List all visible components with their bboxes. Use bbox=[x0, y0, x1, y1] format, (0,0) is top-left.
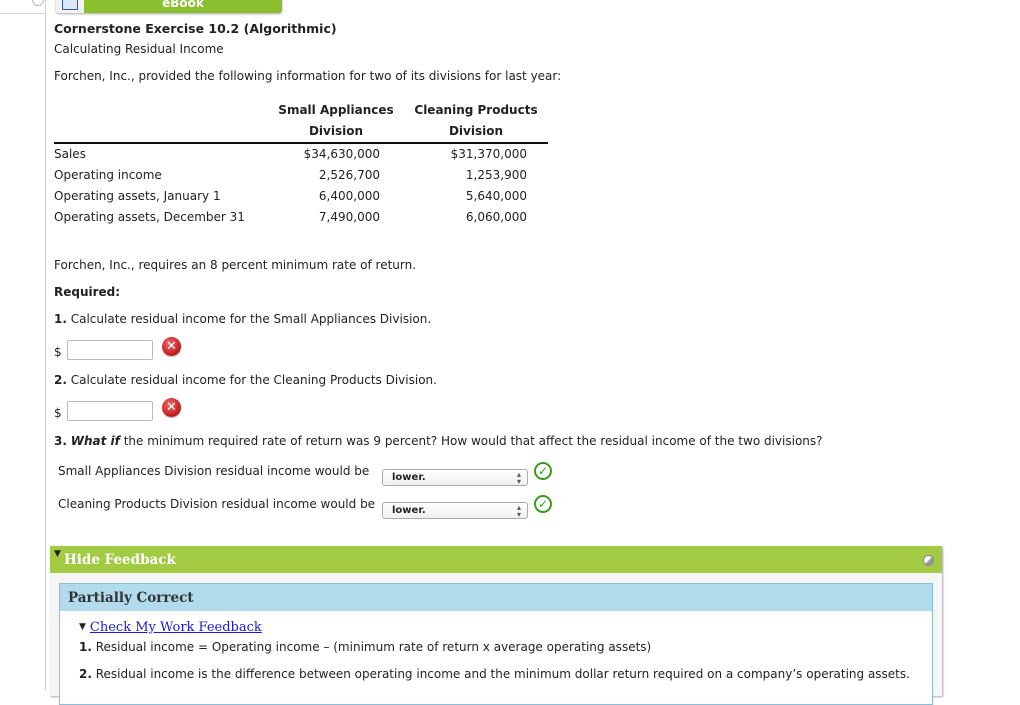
feedback-text: Residual income = Operating income – (mi… bbox=[91, 640, 652, 654]
what-if-emphasis: What if bbox=[70, 434, 120, 448]
small-appliances-value: 7,490,000 bbox=[318, 210, 380, 224]
header-small-appliances: Small Appliances bbox=[278, 103, 394, 117]
header-cleaning-products: Cleaning Products bbox=[414, 103, 538, 117]
check-my-work-feedback-link[interactable]: Check My Work Feedback bbox=[90, 620, 262, 635]
required-rate-text: Forchen, Inc., requires an 8 percent min… bbox=[54, 258, 417, 272]
question-number: 1. bbox=[54, 312, 67, 326]
panel-knob-icon[interactable] bbox=[923, 555, 934, 566]
feedback-number: 1. bbox=[79, 640, 92, 654]
row-label: Operating assets, January 1 bbox=[54, 189, 221, 203]
small-appliances-value: 2,526,700 bbox=[318, 168, 380, 182]
small-appliances-value: $34,630,000 bbox=[303, 147, 380, 161]
question-number: 2. bbox=[54, 373, 67, 387]
select-arrows-icon: ▴ ▾ bbox=[516, 503, 521, 519]
cleaning-products-value: 5,640,000 bbox=[465, 189, 527, 203]
hide-feedback-label: Hide Feedback bbox=[64, 552, 176, 568]
left-divider bbox=[45, 0, 46, 690]
table-row: Operating income 2,526,700 1,253,900 bbox=[54, 165, 548, 186]
question-text: Calculate residual income for the Cleani… bbox=[66, 373, 437, 387]
row-label: Sales bbox=[54, 147, 86, 161]
exercise-subtitle: Calculating Residual Income bbox=[54, 42, 224, 56]
feedback-line: 1. Residual income = Operating income – … bbox=[79, 640, 651, 654]
q2-answer-input[interactable] bbox=[67, 401, 153, 421]
cleaning-products-ri-select[interactable]: lower. ▴ ▾ bbox=[382, 502, 528, 519]
feedback-text: Residual income is the difference betwee… bbox=[91, 667, 910, 681]
collapse-triangle-icon: ▼ bbox=[54, 549, 61, 559]
currency-symbol: $ bbox=[54, 406, 62, 420]
question-3: 3. What if the minimum required rate of … bbox=[54, 434, 823, 448]
cleaning-products-value: $31,370,000 bbox=[450, 147, 527, 161]
table-row: Operating assets, December 31 7,490,000 … bbox=[54, 207, 548, 228]
feedback-status: Partially Correct bbox=[68, 590, 194, 606]
incorrect-icon: ✕ bbox=[162, 398, 181, 417]
exercise-intro: Forchen, Inc., provided the following in… bbox=[54, 69, 562, 83]
row-label: Operating income bbox=[54, 168, 162, 182]
book-icon bbox=[56, 0, 84, 13]
radio-indicator[interactable] bbox=[32, 0, 44, 6]
question-2: 2. Calculate residual income for the Cle… bbox=[54, 373, 437, 387]
correct-check-icon: ✓ bbox=[534, 462, 552, 480]
ebook-label: eBook bbox=[84, 0, 282, 13]
exercise-title: Cornerstone Exercise 10.2 (Algorithmic) bbox=[54, 21, 337, 36]
table-row: Operating assets, January 1 6,400,000 5,… bbox=[54, 186, 548, 207]
incorrect-icon: ✕ bbox=[162, 337, 181, 356]
small-appliances-value: 6,400,000 bbox=[318, 189, 380, 203]
row-label: Operating assets, December 31 bbox=[54, 210, 245, 224]
feedback-panel: ▼ Hide Feedback Partially Correct ▼ Check… bbox=[50, 546, 942, 705]
header-small-appliances-division: Division bbox=[268, 121, 404, 144]
question-text: the minimum required rate of return was … bbox=[119, 434, 823, 448]
selected-value: lower. bbox=[392, 505, 426, 516]
small-appliances-ri-select[interactable]: lower. ▴ ▾ bbox=[382, 469, 528, 486]
small-appliances-ri-label: Small Appliances Division residual incom… bbox=[58, 464, 370, 478]
required-heading: Required: bbox=[54, 285, 121, 299]
feedback-status-bar: Partially Correct bbox=[60, 584, 932, 611]
collapse-triangle-icon: ▼ bbox=[79, 622, 86, 632]
hide-feedback-toggle[interactable]: ▼ Hide Feedback bbox=[50, 546, 942, 573]
question-number: 3. bbox=[54, 434, 67, 448]
question-1: 1. Calculate residual income for the Sma… bbox=[54, 312, 431, 326]
top-divider bbox=[0, 13, 45, 14]
currency-symbol: $ bbox=[54, 345, 62, 359]
feedback-number: 2. bbox=[79, 667, 92, 681]
cleaning-products-ri-label: Cleaning Products Division residual inco… bbox=[58, 497, 376, 511]
table-row: Sales $34,630,000 $31,370,000 bbox=[54, 143, 548, 165]
select-arrows-icon: ▴ ▾ bbox=[516, 470, 521, 486]
selected-value: lower. bbox=[392, 472, 426, 483]
feedback-line: 2. Residual income is the difference bet… bbox=[79, 667, 910, 681]
division-data-table: Small Appliances Cleaning Products Divis… bbox=[54, 100, 548, 228]
cleaning-products-value: 6,060,000 bbox=[465, 210, 527, 224]
feedback-box: Partially Correct ▼ Check My Work Feedbac… bbox=[59, 583, 933, 705]
header-cleaning-products-division: Division bbox=[404, 121, 548, 144]
cleaning-products-value: 1,253,900 bbox=[465, 168, 527, 182]
ebook-button[interactable]: eBook bbox=[56, 0, 282, 13]
correct-check-icon: ✓ bbox=[534, 495, 552, 513]
question-text: Calculate residual income for the Small … bbox=[66, 312, 432, 326]
check-my-work-feedback: ▼ Check My Work Feedback bbox=[79, 620, 262, 635]
q1-answer-input[interactable] bbox=[67, 340, 153, 360]
